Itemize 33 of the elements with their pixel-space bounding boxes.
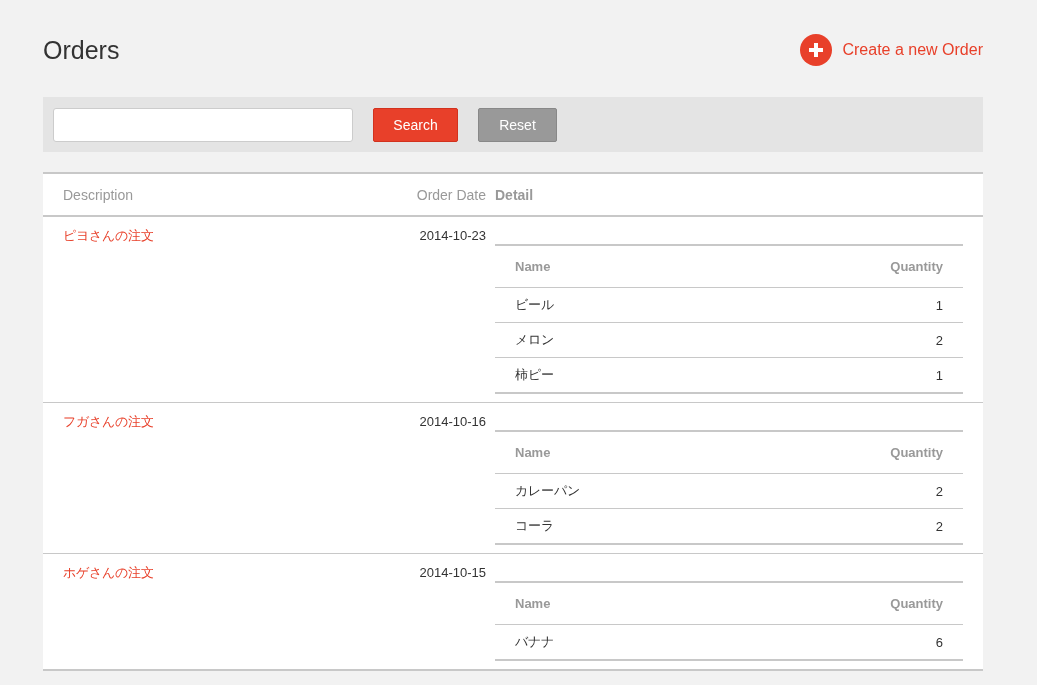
order-date: 2014-10-23 <box>419 228 486 243</box>
item-quantity: 2 <box>935 332 943 348</box>
column-header: Quantity <box>890 445 943 460</box>
column-header: Detail <box>495 186 535 203</box>
item-quantity: 2 <box>935 518 943 534</box>
item-quantity: 1 <box>935 367 943 383</box>
column-header: Name <box>515 596 551 611</box>
reset-button[interactable]: Reset <box>478 107 557 142</box>
item-quantity: 1 <box>935 297 943 313</box>
column-header: Quantity <box>890 259 943 274</box>
order-link[interactable]: ホゲさんの注文 <box>63 565 154 580</box>
create-order-link[interactable]: Create a new Order <box>800 34 983 66</box>
item-name: カレーパン <box>515 482 580 500</box>
item-name: ビール <box>515 296 554 314</box>
plus-circle-icon <box>800 34 833 66</box>
item-name: バナナ <box>515 633 554 651</box>
item-name: メロン <box>515 331 554 349</box>
column-header: Name <box>515 445 551 460</box>
page-title: Orders <box>43 35 120 65</box>
item-name: 柿ピー <box>515 366 554 384</box>
search-field[interactable] <box>53 107 353 142</box>
search-button[interactable]: Search <box>373 107 458 142</box>
order-link[interactable]: ピヨさんの注文 <box>63 228 154 243</box>
order-date: 2014-10-15 <box>419 565 486 580</box>
order-date: 2014-10-16 <box>419 414 486 429</box>
column-header: Name <box>515 259 551 274</box>
item-name: コーラ <box>515 517 554 535</box>
column-header: Quantity <box>890 596 943 611</box>
column-header: Description <box>62 186 135 203</box>
item-quantity: 2 <box>935 483 943 499</box>
item-quantity: 6 <box>935 634 943 650</box>
order-link[interactable]: フガさんの注文 <box>63 414 154 429</box>
column-header: Order Date <box>415 186 486 203</box>
